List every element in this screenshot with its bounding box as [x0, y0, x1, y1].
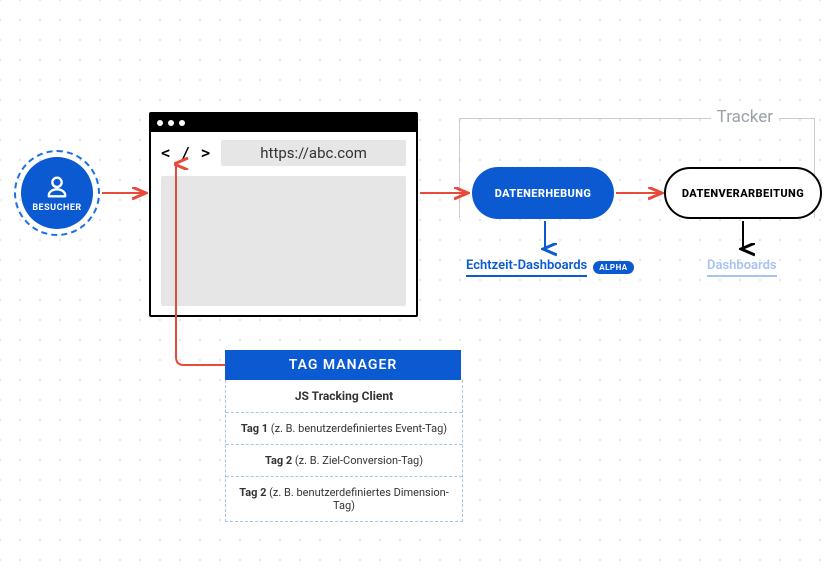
tag-manager-row-bold: Tag 1 — [241, 422, 268, 435]
browser-url-text: https://abc.com — [260, 144, 367, 162]
visitor-disc: BESUCHER — [21, 157, 93, 229]
tag-manager-row-bold: Tag 2 — [239, 486, 266, 499]
link-realtime-dashboards[interactable]: Echtzeit-Dashboards ALPHA — [466, 258, 634, 277]
link-dashboards[interactable]: Dashboards — [707, 258, 777, 277]
tag-manager-row-bold: Tag 2 — [265, 454, 292, 467]
tag-manager-row-bold: JS Tracking Client — [295, 389, 393, 403]
person-icon — [43, 173, 71, 201]
browser-titlebar — [151, 114, 416, 132]
arrow-collect-to-realtime — [538, 219, 552, 255]
window-dot — [157, 120, 163, 126]
node-data-processing: DATENVERARBEITUNG — [664, 167, 822, 219]
window-dot — [168, 120, 174, 126]
browser-url-bar: https://abc.com — [221, 140, 406, 166]
tag-manager-row: Tag 2 (z. B. benutzerdefiniertes Dimensi… — [226, 476, 462, 521]
arrow-process-to-dashboards — [736, 219, 750, 255]
tag-manager-row-rest: (z. B. Ziel-Conversion-Tag) — [292, 454, 423, 467]
node-data-collection: DATENERHEBUNG — [472, 167, 614, 219]
window-dot — [179, 120, 185, 126]
tracker-group-label: Tracker — [711, 107, 779, 127]
arrow-browser-to-collect — [418, 186, 472, 200]
tag-manager-header: TAG MANAGER — [225, 350, 461, 380]
visitor-label: BESUCHER — [32, 203, 81, 213]
diagram-stage: Tracker BESUCHER < / > https://abc.com — [0, 0, 826, 576]
tag-manager-row-rest: (z. B. benutzerdefiniertes Dimension-Tag… — [266, 486, 448, 512]
tag-manager-row: Tag 2 (z. B. Ziel-Conversion-Tag) — [226, 444, 462, 476]
node-data-collection-label: DATENERHEBUNG — [495, 187, 592, 200]
arrow-collect-to-process — [614, 186, 666, 200]
node-data-processing-label: DATENVERARBEITUNG — [682, 187, 804, 200]
tag-manager-row-rest: (z. B. benutzerdefiniertes Event-Tag) — [268, 422, 447, 435]
badge-alpha: ALPHA — [593, 261, 633, 274]
arrow-visitor-to-browser — [100, 186, 150, 200]
visitor-node: BESUCHER — [14, 150, 100, 236]
tag-manager-header-label: TAG MANAGER — [289, 357, 398, 373]
link-realtime-dashboards-text: Echtzeit-Dashboards — [466, 258, 587, 277]
arrow-tagmanager-to-browser — [170, 158, 230, 368]
link-dashboards-text: Dashboards — [707, 258, 777, 277]
tag-manager-row: Tag 1 (z. B. benutzerdefiniertes Event-T… — [226, 412, 462, 444]
tag-manager-body: JS Tracking Client Tag 1 (z. B. benutzer… — [225, 380, 463, 522]
tag-manager-row: JS Tracking Client — [226, 380, 462, 412]
